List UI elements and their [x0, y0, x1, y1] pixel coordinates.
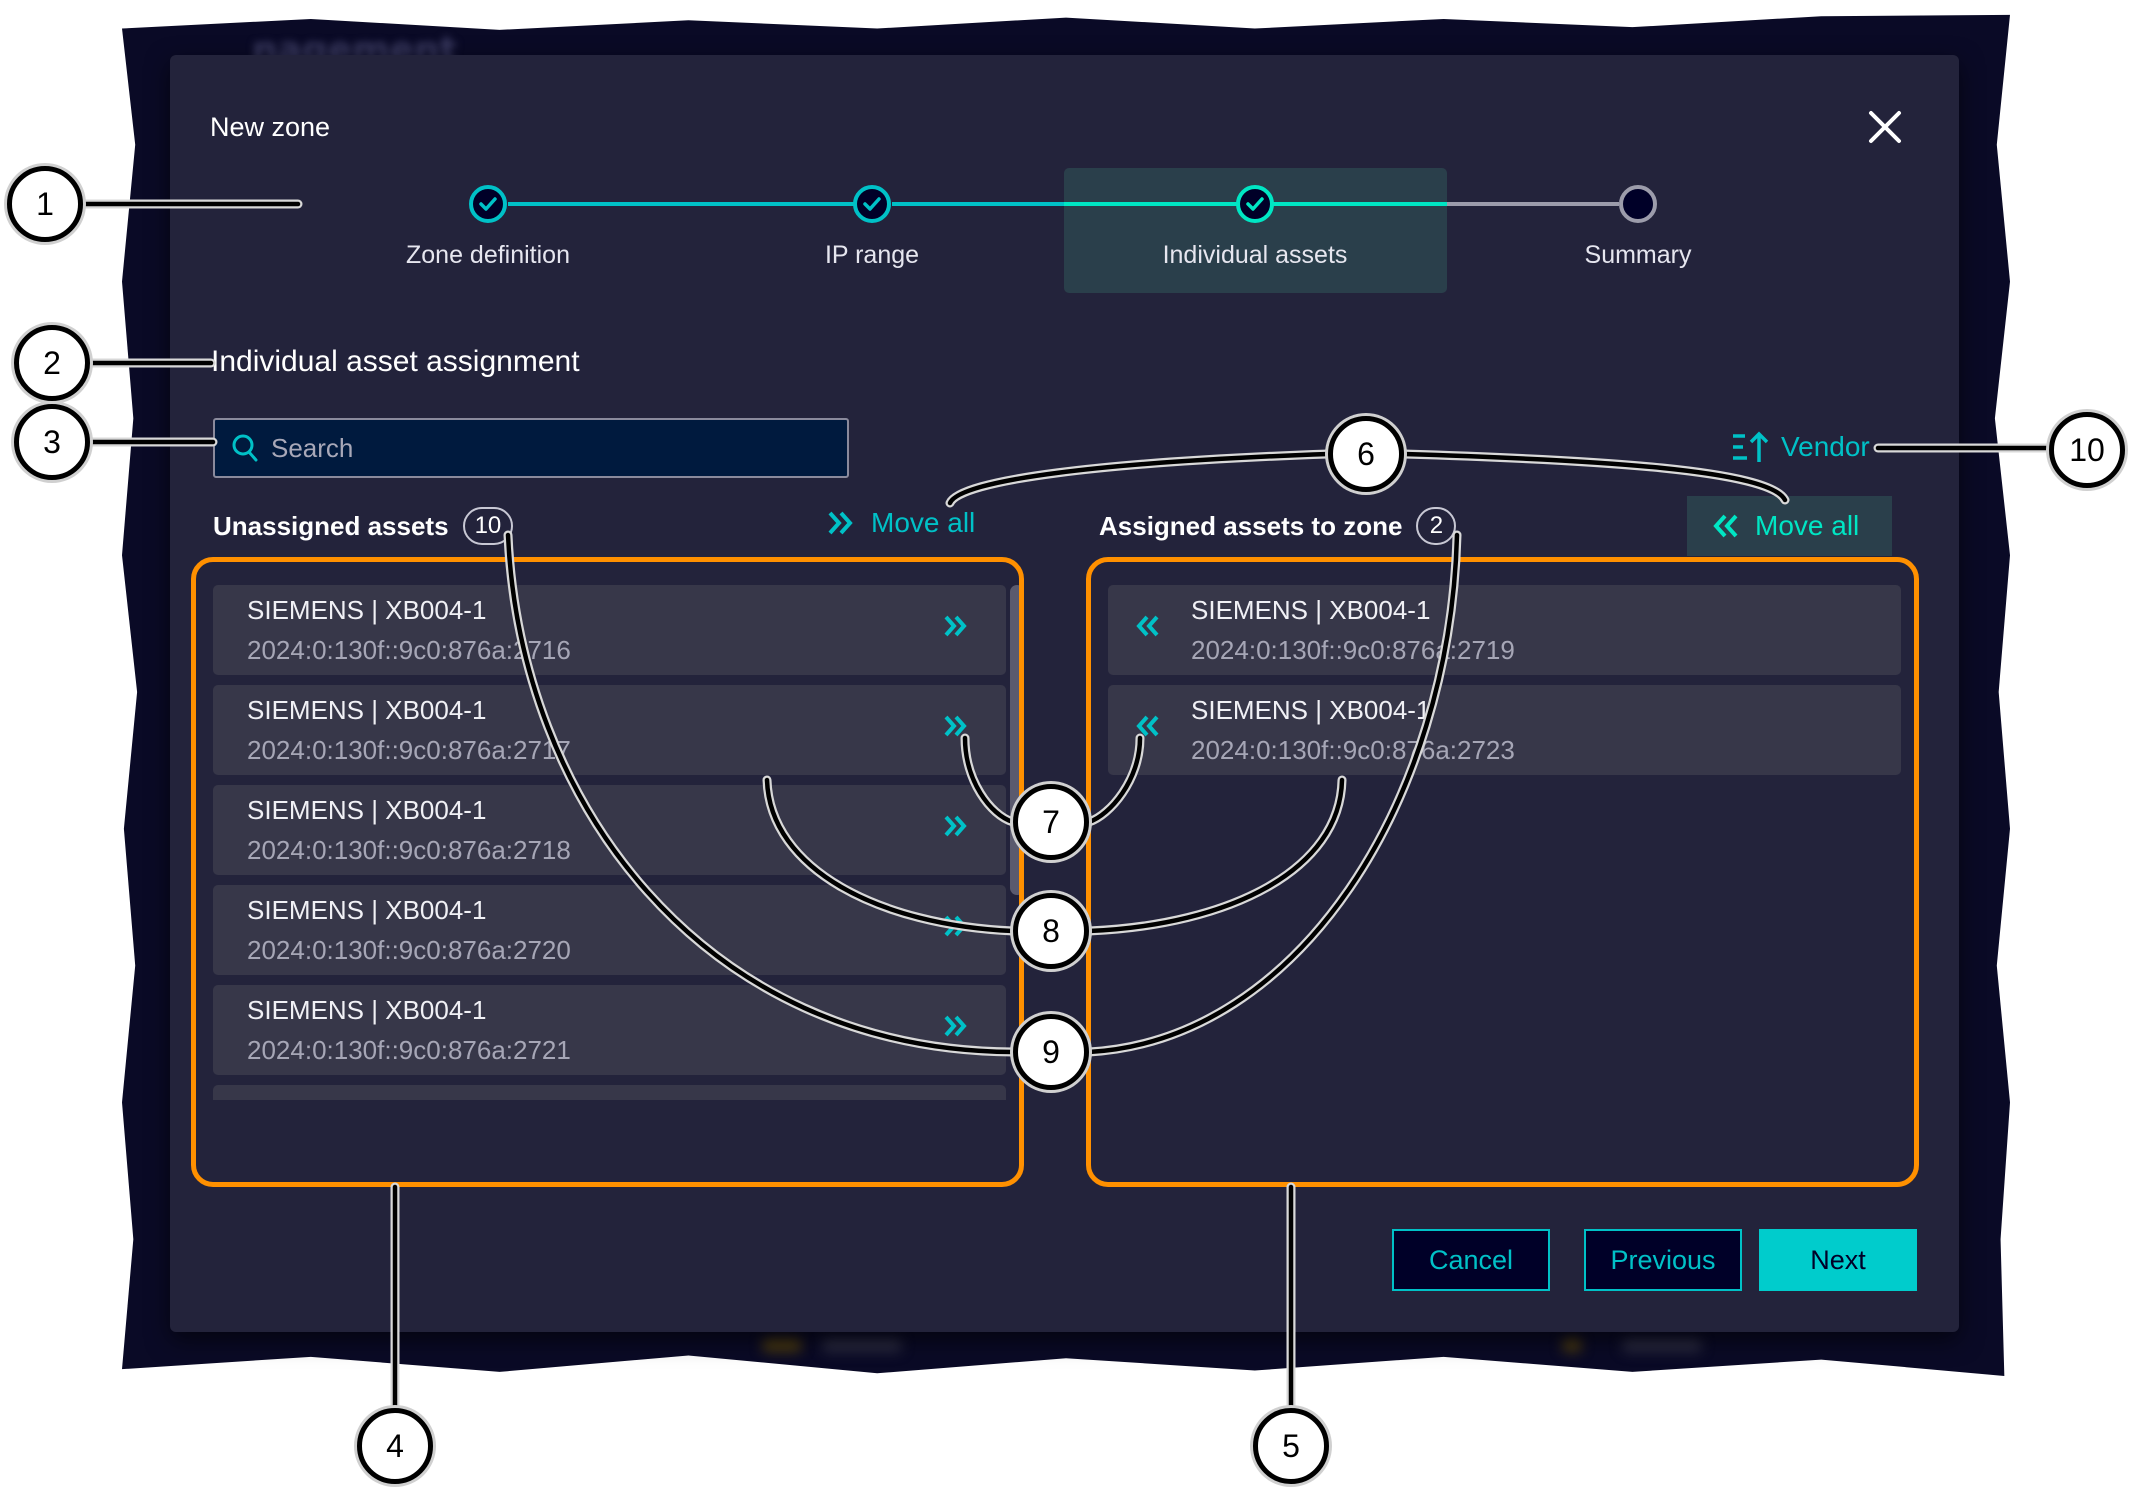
double-chevron-right-icon [828, 511, 853, 535]
step-individual-assets[interactable]: Individual assets [1105, 185, 1405, 270]
step-label: Summary [1584, 241, 1692, 269]
step-label: Zone definition [405, 241, 570, 269]
unassign-button[interactable] [1132, 711, 1168, 747]
list-item[interactable]: SIEMENS | XB004-1 [213, 1085, 1006, 1100]
close-button[interactable] [1865, 107, 1905, 147]
asset-address: 2024:0:130f::9c0:876a:2720 [247, 935, 571, 965]
assign-button[interactable] [941, 711, 977, 747]
background-blur-element [1562, 1338, 1582, 1352]
callout-4: 4 [357, 1408, 433, 1484]
list-item[interactable]: SIEMENS | XB004-1 2024:0:130f::9c0:876a:… [213, 585, 1006, 675]
list-viewport: SIEMENS | XB004-1 2024:0:130f::9c0:876a:… [1108, 585, 1901, 1100]
search-field[interactable] [213, 418, 849, 478]
move-all-label: Move all [1755, 510, 1860, 541]
asset-name: SIEMENS | XB004-1 [247, 1095, 486, 1100]
list-item[interactable]: SIEMENS | XB004-1 2024:0:130f::9c0:876a:… [1108, 585, 1901, 675]
asset-address: 2024:0:130f::9c0:876a:2723 [1191, 735, 1515, 765]
callout-1: 1 [7, 166, 83, 242]
double-chevron-right-icon [944, 1015, 967, 1037]
assigned-assets-list: SIEMENS | XB004-1 2024:0:130f::9c0:876a:… [1086, 557, 1919, 1187]
check-icon [863, 197, 881, 211]
callout-9: 9 [1013, 1014, 1089, 1090]
assign-button[interactable] [941, 611, 977, 647]
check-icon [1246, 197, 1264, 211]
step-label: Individual assets [1162, 241, 1348, 269]
next-button[interactable]: Next [1759, 1229, 1917, 1291]
sort-ascending-icon [1733, 431, 1769, 462]
step-status [1619, 185, 1657, 223]
search-icon [232, 434, 258, 462]
double-chevron-left-icon [1713, 514, 1738, 538]
new-zone-dialog: New zone Zone definition IP range Indivi… [170, 55, 1959, 1332]
asset-name: SIEMENS | XB004-1 [1191, 595, 1431, 625]
unassigned-assets-list: SIEMENS | XB004-1 2024:0:130f::9c0:876a:… [191, 557, 1024, 1187]
close-icon [1869, 111, 1901, 143]
list-item[interactable]: SIEMENS | XB004-1 2024:0:130f::9c0:876a:… [213, 885, 1006, 975]
background-blur-element [1622, 1338, 1702, 1352]
check-icon [479, 197, 497, 211]
double-chevron-right-icon [944, 615, 967, 637]
unassigned-count-badge: 10 [462, 507, 514, 545]
double-chevron-left-icon [1136, 615, 1159, 637]
search-input[interactable] [271, 432, 831, 464]
step-status [1236, 185, 1274, 223]
list-item[interactable]: SIEMENS | XB004-1 2024:0:130f::9c0:876a:… [213, 985, 1006, 1075]
callout-10: 10 [2049, 412, 2125, 488]
move-all-to-assigned-button[interactable]: Move all [827, 507, 975, 539]
unassigned-title: Unassigned assets [213, 510, 449, 541]
asset-name: SIEMENS | XB004-1 [247, 595, 487, 625]
step-zone-definition[interactable]: Zone definition [338, 185, 638, 270]
asset-address: 2024:0:130f::9c0:876a:2719 [1191, 635, 1515, 665]
cancel-button[interactable]: Cancel [1392, 1229, 1550, 1291]
step-status [853, 185, 891, 223]
assigned-header: Assigned assets to zone 2 [1099, 507, 1457, 545]
move-all-to-unassigned-button[interactable]: Move all [1687, 496, 1892, 556]
unassign-button[interactable] [1132, 611, 1168, 647]
asset-name: SIEMENS | XB004-1 [1191, 695, 1431, 725]
callout-2: 2 [14, 325, 90, 401]
step-ip-range[interactable]: IP range [722, 185, 1022, 270]
unassigned-header: Unassigned assets 10 [213, 507, 514, 545]
assign-button[interactable] [941, 1011, 977, 1047]
list-item[interactable]: SIEMENS | XB004-1 2024:0:130f::9c0:876a:… [1108, 685, 1901, 775]
callout-3: 3 [14, 404, 90, 480]
asset-address: 2024:0:130f::9c0:876a:2717 [247, 735, 571, 765]
callout-7: 7 [1013, 784, 1089, 860]
move-all-label: Move all [871, 507, 976, 538]
asset-address: 2024:0:130f::9c0:876a:2716 [247, 635, 571, 665]
assign-button[interactable] [941, 811, 977, 847]
double-chevron-right-icon [944, 915, 967, 937]
list-viewport: SIEMENS | XB004-1 2024:0:130f::9c0:876a:… [213, 585, 1006, 1100]
assigned-count-badge: 2 [1416, 507, 1457, 545]
assigned-title: Assigned assets to zone [1099, 510, 1403, 541]
asset-address: 2024:0:130f::9c0:876a:2721 [247, 1035, 571, 1065]
list-scrollbar[interactable] [1010, 585, 1019, 895]
step-status [469, 185, 507, 223]
previous-button[interactable]: Previous [1584, 1229, 1742, 1291]
callout-5: 5 [1253, 1408, 1329, 1484]
asset-address: 2024:0:130f::9c0:876a:2718 [247, 835, 571, 865]
background-blur-element [762, 1338, 802, 1352]
double-chevron-right-icon [944, 815, 967, 837]
sort-vendor-button[interactable]: Vendor [1731, 430, 1870, 464]
step-label: IP range [824, 241, 920, 269]
callout-6: 6 [1328, 416, 1404, 492]
asset-name: SIEMENS | XB004-1 [247, 895, 487, 925]
list-item[interactable]: SIEMENS | XB004-1 2024:0:130f::9c0:876a:… [213, 785, 1006, 875]
dialog-title: New zone [210, 112, 331, 142]
double-chevron-left-icon [1136, 715, 1159, 737]
assign-button[interactable] [941, 911, 977, 947]
background-blur-element [822, 1338, 902, 1352]
section-heading: Individual asset assignment [211, 345, 580, 378]
double-chevron-right-icon [944, 715, 967, 737]
asset-name: SIEMENS | XB004-1 [247, 795, 487, 825]
sort-label: Vendor [1781, 431, 1870, 462]
asset-name: SIEMENS | XB004-1 [247, 695, 487, 725]
callout-8: 8 [1013, 893, 1089, 969]
list-item[interactable]: SIEMENS | XB004-1 2024:0:130f::9c0:876a:… [213, 685, 1006, 775]
step-summary[interactable]: Summary [1488, 185, 1788, 270]
asset-name: SIEMENS | XB004-1 [247, 995, 487, 1025]
